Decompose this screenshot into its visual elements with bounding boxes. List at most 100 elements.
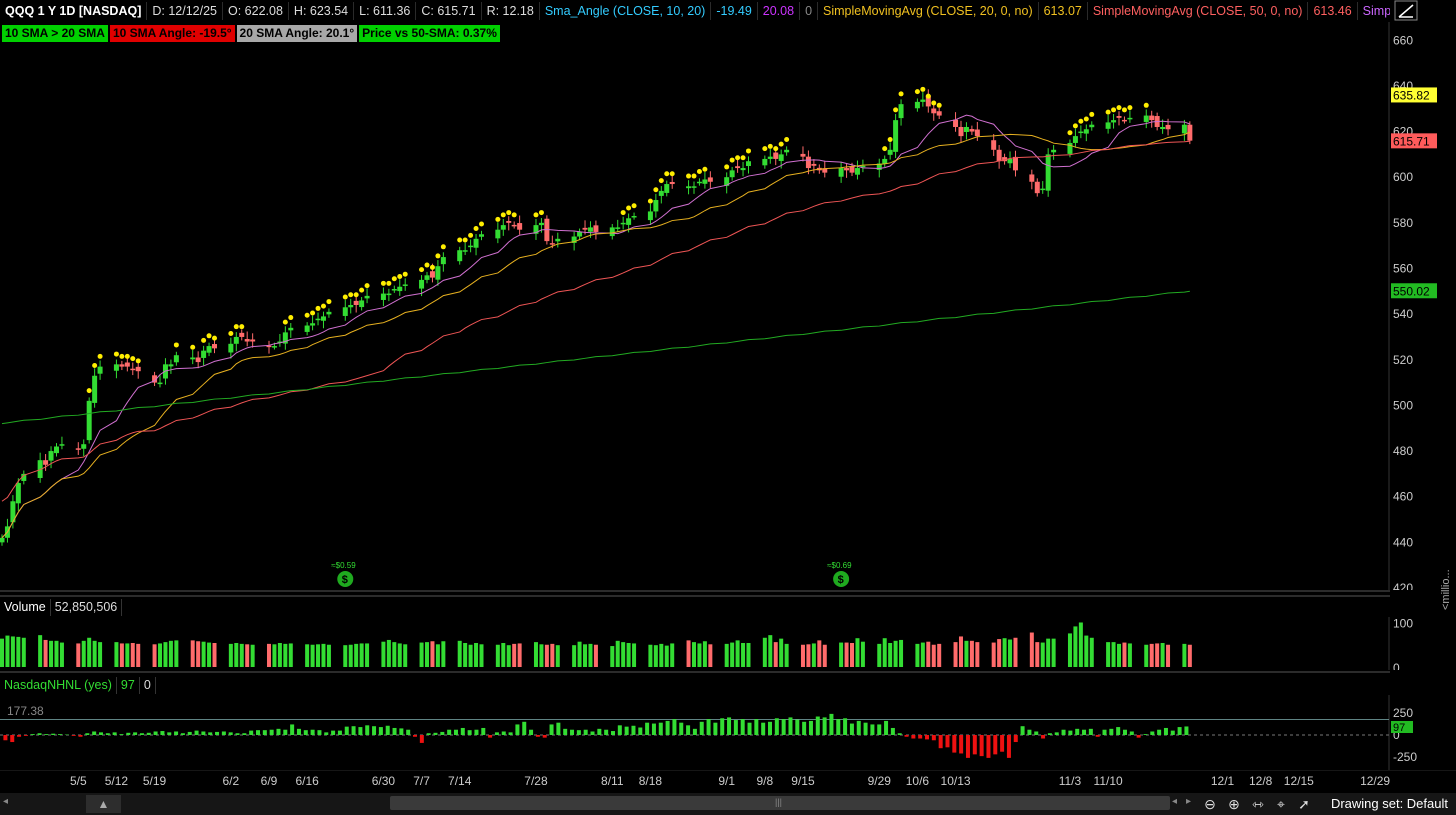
scroll-left-end-icon[interactable]: ◂ xyxy=(1172,796,1177,807)
candle-body xyxy=(778,154,784,161)
volume-bar xyxy=(746,643,751,667)
volume-bar xyxy=(1046,638,1051,667)
date-tick-label: 7/28 xyxy=(524,774,548,788)
candle-body xyxy=(386,293,392,296)
volume-bar xyxy=(125,643,130,667)
candle-body xyxy=(288,327,294,331)
volume-bar xyxy=(822,644,827,667)
volume-bar xyxy=(1117,643,1122,667)
date-tick-label: 9/29 xyxy=(868,774,892,788)
nhnl-label[interactable]: NasdaqNHNL (yes) xyxy=(0,677,117,694)
symbol-label[interactable]: QQQ 1 Y 1D [NASDAQ] xyxy=(0,2,148,20)
candle-body xyxy=(495,229,501,239)
candle-body xyxy=(310,323,316,326)
price-tick-label: 560 xyxy=(1393,261,1413,275)
nhnl-bar xyxy=(269,729,274,735)
nhnl-bar xyxy=(447,729,452,735)
zoom-out-icon[interactable]: ⊖ xyxy=(1200,795,1220,813)
candle-body xyxy=(402,284,408,286)
pane-divider[interactable] xyxy=(0,595,1390,597)
study-header-bar: QQQ 1 Y 1D [NASDAQ] D: 12/12/25 O: 622.0… xyxy=(0,0,1390,22)
candle-body xyxy=(762,158,768,166)
volume-unit-label: <millio... xyxy=(1440,569,1452,610)
nhnl-bar xyxy=(897,733,902,735)
scroll-left-icon[interactable]: ◂ xyxy=(3,796,8,807)
nhnl-bar xyxy=(194,730,199,735)
sma20-study-label[interactable]: SimpleMovingAvg (CLOSE, 20, 0, no) xyxy=(818,2,1039,20)
volume-chart[interactable]: 100 0 xyxy=(0,617,1456,670)
nhnl-bar xyxy=(262,730,267,735)
pane-divider[interactable] xyxy=(0,590,1390,592)
candle-body xyxy=(130,368,136,371)
nhnl-bar xyxy=(460,727,465,735)
volume-bar xyxy=(463,643,468,667)
nhnl-bar xyxy=(310,729,315,735)
signal-dot xyxy=(239,324,245,330)
volume-bar xyxy=(316,644,321,667)
date-tick-label: 5/12 xyxy=(105,774,129,788)
signal-dot xyxy=(304,312,310,318)
signal-dot xyxy=(506,210,512,216)
volume-bar xyxy=(495,644,500,667)
signal-dot xyxy=(190,344,196,350)
candle-body xyxy=(500,225,506,230)
nhnl-bar xyxy=(44,734,49,735)
date-tick-label: 12/1 xyxy=(1211,774,1235,788)
signal-dot xyxy=(702,166,708,172)
volume-bar xyxy=(844,642,849,667)
nhnl-bar xyxy=(843,718,848,735)
nhnl-chart[interactable]: 2500-25097 xyxy=(0,695,1456,770)
candle-body xyxy=(538,222,544,226)
nhnl-bar xyxy=(372,726,377,735)
candle-body xyxy=(348,305,354,308)
nhnl-bar xyxy=(358,727,363,735)
nhnl-bar xyxy=(740,719,745,735)
crosshair-icon[interactable]: ⌖ xyxy=(1271,795,1291,813)
candle-body xyxy=(593,225,599,232)
volume-bar xyxy=(403,644,408,667)
collapse-up-icon[interactable]: ▲ xyxy=(86,795,121,813)
candle-body xyxy=(784,149,790,153)
sma50-study-label[interactable]: SimpleMovingAvg (CLOSE, 50, 0, no) xyxy=(1088,2,1309,20)
zoom-in-icon[interactable]: ⊕ xyxy=(1224,795,1244,813)
candle-body xyxy=(549,243,555,245)
more-study-label[interactable]: Simple... xyxy=(1358,2,1390,20)
signal-dot xyxy=(478,221,484,227)
nhnl-bar xyxy=(706,719,711,735)
volume-label[interactable]: Volume xyxy=(0,599,51,616)
volume-bar xyxy=(593,644,598,667)
nhnl-bar xyxy=(385,725,390,735)
signal-dot xyxy=(119,353,125,359)
candle-body xyxy=(893,120,899,152)
nhnl-bar xyxy=(549,724,554,735)
draw-line-icon[interactable] xyxy=(1393,0,1421,22)
pane-divider[interactable] xyxy=(0,671,1390,673)
volume-bar xyxy=(168,640,173,667)
volume-bar xyxy=(610,646,615,667)
candle-body xyxy=(419,279,425,289)
candle-body xyxy=(320,316,326,321)
candle-body xyxy=(1105,122,1111,129)
volume-bar xyxy=(544,644,549,667)
pan-icon[interactable]: ⇿ xyxy=(1248,795,1268,813)
price-chart[interactable]: 4204404604805005205405605806006206406606… xyxy=(0,22,1456,590)
sma-angle-study-label[interactable]: Sma_Angle (CLOSE, 10, 20) xyxy=(540,2,712,20)
volume-bar xyxy=(931,644,936,667)
nhnl-bar xyxy=(1027,729,1032,735)
nhnl-bar xyxy=(1143,734,1148,735)
candle-body xyxy=(953,119,959,127)
candle-body xyxy=(920,99,926,102)
date-tick-label: 11/3 xyxy=(1059,774,1082,788)
candle-body xyxy=(157,382,163,385)
sma50-value: 613.46 xyxy=(1308,2,1358,20)
scroll-right-icon[interactable]: ▸ xyxy=(1186,796,1191,807)
nhnl-bar xyxy=(931,735,936,741)
candle-body xyxy=(517,223,523,230)
volume-bar xyxy=(38,635,43,667)
volume-bar xyxy=(239,643,244,667)
drawing-set-label[interactable]: Drawing set: Default xyxy=(1331,796,1448,811)
nhnl-bar xyxy=(98,732,103,735)
signal-dot xyxy=(457,237,463,243)
pointer-icon[interactable]: ➚ xyxy=(1294,795,1314,813)
date-tick-label: 5/5 xyxy=(70,774,87,788)
